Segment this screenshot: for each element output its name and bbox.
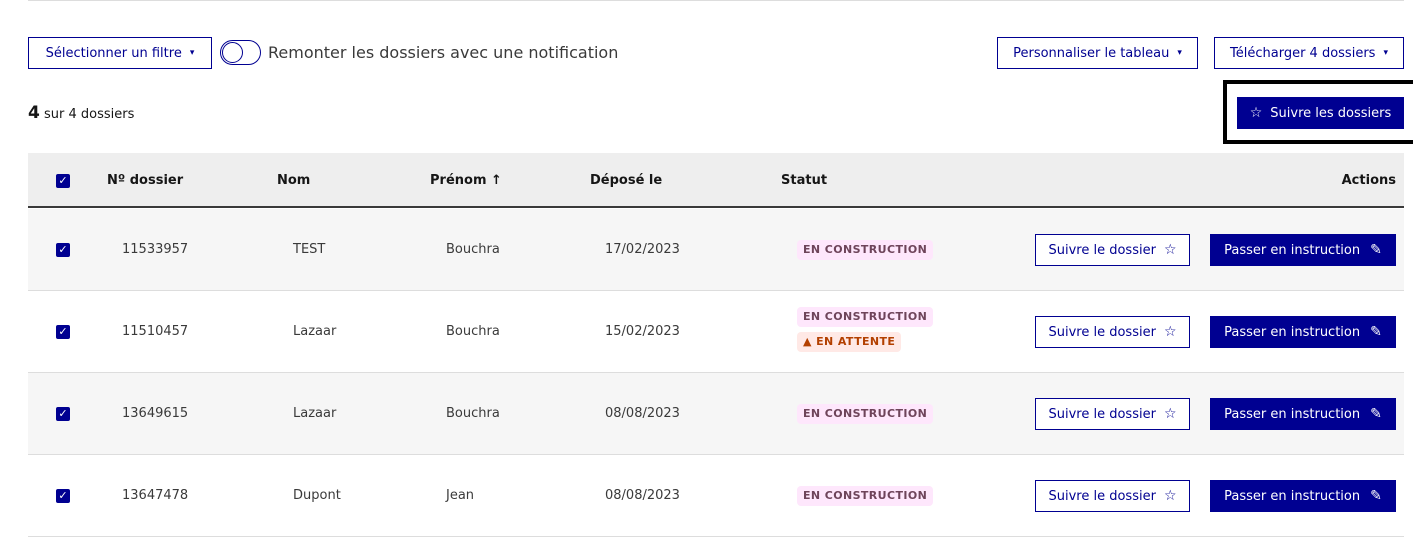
table-row: ✓ 13649615 Lazaar Bouchra 08/08/2023 EN … xyxy=(28,373,1404,455)
dossier-number[interactable]: 11510457 xyxy=(122,324,188,339)
check-icon: ✓ xyxy=(58,243,68,256)
start-instruction-button[interactable]: Passer en instruction ✎ xyxy=(1210,234,1396,266)
results-count-number: 4 xyxy=(28,103,40,123)
check-icon: ✓ xyxy=(58,325,68,338)
toggle-knob xyxy=(222,42,243,63)
table-row: ✓ 11510457 Lazaar Bouchra 15/02/2023 EN … xyxy=(28,291,1404,373)
column-header-actions: Actions xyxy=(1341,173,1396,188)
table-header: ✓ Nº dossier Nom Prénom ↑ Déposé le Stat… xyxy=(28,153,1404,208)
column-header-prenom[interactable]: Prénom ↑ xyxy=(430,173,502,188)
customize-table-label: Personnaliser le tableau xyxy=(1013,45,1170,61)
download-button-label: Télécharger 4 dossiers xyxy=(1230,45,1376,61)
follow-dossier-button[interactable]: Suivre le dossier ☆ xyxy=(1035,398,1190,430)
dossier-nom: TEST xyxy=(293,242,326,257)
dossier-number[interactable]: 11533957 xyxy=(122,242,188,257)
start-instruction-label: Passer en instruction xyxy=(1224,242,1361,258)
pencil-icon: ✎ xyxy=(1370,242,1382,258)
results-count-suffix: sur 4 dossiers xyxy=(43,107,135,122)
top-divider xyxy=(28,0,1404,1)
start-instruction-button[interactable]: Passer en instruction ✎ xyxy=(1210,480,1396,512)
column-header-nom[interactable]: Nom xyxy=(277,173,310,188)
dossier-prenom: Bouchra xyxy=(446,406,500,421)
filter-button[interactable]: Sélectionner un filtre ▾ xyxy=(28,37,212,69)
row-checkbox[interactable]: ✓ xyxy=(56,407,70,421)
star-icon: ☆ xyxy=(1249,105,1263,121)
check-icon: ✓ xyxy=(58,174,68,187)
dossier-number[interactable]: 13647478 xyxy=(122,488,188,503)
waiting-badge-label: EN ATTENTE xyxy=(816,335,896,348)
follow-dossier-label: Suivre le dossier xyxy=(1048,488,1156,504)
follow-all-label: Suivre les dossiers xyxy=(1270,105,1392,121)
pencil-icon: ✎ xyxy=(1370,324,1382,340)
star-icon: ☆ xyxy=(1163,406,1177,422)
dossier-prenom: Bouchra xyxy=(446,324,500,339)
chevron-down-icon: ▾ xyxy=(1177,48,1182,58)
dossier-nom: Lazaar xyxy=(293,406,337,421)
waiting-badge: ▲ EN ATTENTE xyxy=(797,332,902,352)
star-icon: ☆ xyxy=(1163,242,1177,258)
follow-dossier-label: Suivre le dossier xyxy=(1048,406,1156,422)
warning-icon: ▲ xyxy=(803,335,812,348)
table-row: ✓ 11533957 TEST Bouchra 17/02/2023 EN CO… xyxy=(28,209,1404,291)
star-icon: ☆ xyxy=(1163,324,1177,340)
dossier-date: 08/08/2023 xyxy=(605,406,680,421)
column-header-depose[interactable]: Déposé le xyxy=(590,173,662,188)
row-checkbox[interactable]: ✓ xyxy=(56,243,70,257)
check-icon: ✓ xyxy=(58,489,68,502)
follow-dossier-button[interactable]: Suivre le dossier ☆ xyxy=(1035,480,1190,512)
column-header-statut[interactable]: Statut xyxy=(781,173,827,188)
row-checkbox[interactable]: ✓ xyxy=(56,325,70,339)
dossier-date: 15/02/2023 xyxy=(605,324,680,339)
chevron-down-icon: ▾ xyxy=(1383,48,1388,58)
notification-toggle[interactable] xyxy=(220,40,261,65)
dossier-number[interactable]: 13649615 xyxy=(122,406,188,421)
dossier-nom: Lazaar xyxy=(293,324,337,339)
status-badge: EN CONSTRUCTION xyxy=(797,307,934,327)
follow-dossier-button[interactable]: Suivre le dossier ☆ xyxy=(1035,234,1190,266)
row-checkbox[interactable]: ✓ xyxy=(56,489,70,503)
download-button[interactable]: Télécharger 4 dossiers ▾ xyxy=(1214,37,1404,69)
status-badge: EN CONSTRUCTION xyxy=(797,404,934,424)
dossier-date: 17/02/2023 xyxy=(605,242,680,257)
status-badge: EN CONSTRUCTION xyxy=(797,486,934,506)
check-icon: ✓ xyxy=(58,407,68,420)
start-instruction-button[interactable]: Passer en instruction ✎ xyxy=(1210,316,1396,348)
dossier-date: 08/08/2023 xyxy=(605,488,680,503)
customize-table-button[interactable]: Personnaliser le tableau ▾ xyxy=(997,37,1198,69)
start-instruction-label: Passer en instruction xyxy=(1224,406,1361,422)
follow-all-button[interactable]: ☆ Suivre les dossiers xyxy=(1237,97,1404,129)
chevron-down-icon: ▾ xyxy=(189,48,195,58)
filter-button-label: Sélectionner un filtre xyxy=(45,45,182,61)
results-count: 4 sur 4 dossiers xyxy=(28,103,134,123)
pencil-icon: ✎ xyxy=(1370,488,1382,504)
start-instruction-label: Passer en instruction xyxy=(1224,324,1361,340)
status-badge: EN CONSTRUCTION xyxy=(797,240,934,260)
table-row: ✓ 13647478 Dupont Jean 08/08/2023 EN CON… xyxy=(28,455,1404,537)
dossier-prenom: Jean xyxy=(446,488,475,503)
select-all-checkbox[interactable]: ✓ xyxy=(56,174,70,188)
start-instruction-button[interactable]: Passer en instruction ✎ xyxy=(1210,398,1396,430)
pencil-icon: ✎ xyxy=(1370,406,1382,422)
star-icon: ☆ xyxy=(1163,488,1177,504)
column-header-number[interactable]: Nº dossier xyxy=(107,173,183,188)
follow-dossier-button[interactable]: Suivre le dossier ☆ xyxy=(1035,316,1190,348)
dossier-nom: Dupont xyxy=(293,488,341,503)
follow-dossier-label: Suivre le dossier xyxy=(1048,324,1156,340)
notification-toggle-label: Remonter les dossiers avec une notificat… xyxy=(268,43,619,62)
start-instruction-label: Passer en instruction xyxy=(1224,488,1361,504)
follow-dossier-label: Suivre le dossier xyxy=(1048,242,1156,258)
dossier-prenom: Bouchra xyxy=(446,242,500,257)
